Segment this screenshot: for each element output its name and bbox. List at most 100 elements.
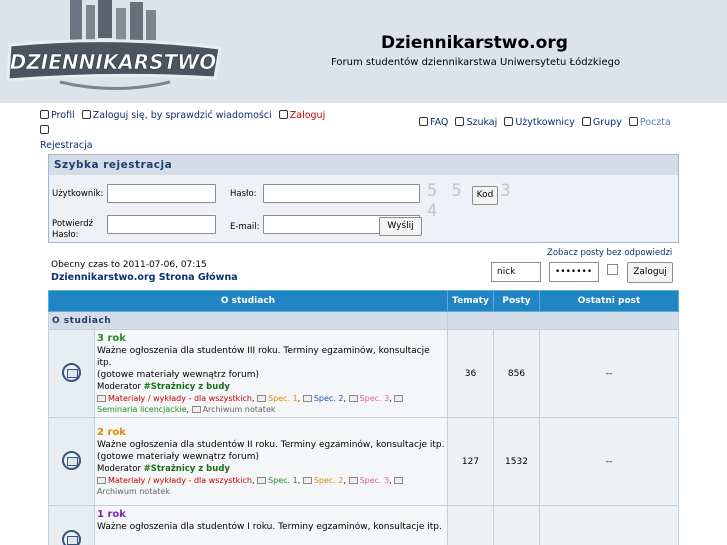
site-description: Forum studentów dziennikarstwa Uniwersyt… [331, 57, 621, 68]
page-header: DZIENNIKARSTWO Dziennikarstwo.org Forum … [0, 0, 727, 103]
nav-groups[interactable]: Grupy [593, 117, 622, 128]
subforum-icon [191, 406, 201, 413]
home-link[interactable]: Dziennikarstwo.org Strona Główna [51, 272, 238, 283]
subforum-link[interactable]: Spec. 3 [360, 476, 390, 485]
profile-icon [40, 110, 49, 119]
subforum-list: Materiały / wykłady - dla wszystkich, Sp… [97, 393, 445, 415]
moderator-group-link[interactable]: #Strażnicy z budy [144, 464, 230, 474]
forum-last-post [539, 505, 679, 545]
forum-topics-count: 36 [447, 329, 494, 418]
forum-folder-icon [62, 362, 81, 382]
unanswered-posts-link[interactable]: Zobacz posty bez odpowiedzi [547, 248, 672, 258]
username-label: Użytkownik: [52, 189, 104, 199]
subforum-link[interactable]: Materiały / wykłady - dla wszystkich [108, 476, 252, 485]
category-name[interactable]: O studiach [48, 311, 448, 330]
subforum-link[interactable]: Spec. 1 [268, 394, 298, 403]
subforum-icon [348, 395, 358, 402]
forum-status-cell [48, 505, 95, 545]
subforum-link[interactable]: Seminaria licencjackie [97, 405, 186, 414]
forum-name-link[interactable]: 3 rok [97, 333, 445, 345]
subforum-icon [394, 477, 404, 484]
subforum-link[interactable]: Archiwum notatek [203, 405, 276, 414]
nav-login-label[interactable]: Zaloguj [290, 110, 325, 121]
forum-posts-count [493, 505, 540, 545]
current-time: Obecny czas to 2011-07-06, 07:15 [51, 260, 207, 270]
forum-row: 3 rok Ważne ogłoszenia dla studentów III… [48, 329, 679, 418]
login-username-input[interactable]: nick [491, 262, 541, 282]
forum-table: O studiach Tematy Posty Ostatni post O s… [48, 290, 679, 545]
subforum-link[interactable]: Spec. 3 [360, 394, 390, 403]
category-row: O studiach [48, 311, 679, 330]
header-last-post: Ostatni post [539, 290, 679, 312]
forum-moderator: Moderator #Strażnicy z budy [97, 463, 445, 475]
site-logo[interactable]: DZIENNIKARSTWO [0, 0, 230, 103]
forum-name-link[interactable]: 2 rok [97, 427, 445, 439]
forum-description: Ważne ogłoszenia dla studentów I roku. T… [97, 522, 442, 532]
forum-last-post: -- [539, 329, 679, 418]
captcha-image: 5 5 . 3 4 [427, 181, 513, 221]
forum-posts-count: 856 [493, 329, 540, 418]
nav-users[interactable]: Użytkownicy [515, 117, 575, 128]
forum-description: Ważne ogłoszenia dla studentów III roku.… [97, 346, 430, 368]
nav-messages[interactable]: Zaloguj się, by sprawdzić wiadomości [81, 110, 276, 121]
confirm-label-1: Potwierdź [52, 219, 94, 229]
quick-register-title: Szybka rejestracja [49, 155, 678, 175]
login-icon [278, 110, 288, 119]
subforum-icon [97, 395, 106, 402]
moderator-label: Moderator [97, 382, 141, 392]
subforum-list: Materiały / wykłady - dla wszystkich, Sp… [97, 475, 445, 497]
logo-text: DZIENNIKARSTWO [10, 50, 217, 74]
forum-folder-icon [62, 450, 81, 470]
forum-topics-count [447, 505, 494, 545]
autologin-checkbox[interactable] [607, 264, 618, 275]
forum-last-post: -- [539, 417, 679, 506]
subforum-icon [257, 477, 267, 484]
header-topics: Tematy [447, 290, 494, 312]
forum-description-note: (gotowe materiały wewnątrz forum) [97, 452, 259, 462]
subforum-link[interactable]: Archiwum notatek [97, 487, 170, 496]
email-label: E-mail: [230, 222, 260, 232]
register-submit-button[interactable]: Wyślij [379, 217, 422, 236]
nav-login[interactable]: Zaloguj [278, 110, 329, 121]
forum-description: Ważne ogłoszenia dla studentów II roku. … [97, 440, 445, 450]
subforum-icon [257, 395, 267, 402]
password-label: Hasło: [230, 189, 257, 199]
subforum-icon [302, 477, 312, 484]
category-spacer [447, 311, 679, 330]
subforum-link[interactable]: Spec. 2 [314, 394, 344, 403]
faq-icon [419, 117, 428, 126]
nav-left: Profil Zaloguj się, by sprawdzić wiadomo… [40, 108, 340, 153]
groups-icon [581, 117, 591, 126]
subforum-link[interactable]: Spec. 2 [314, 476, 344, 485]
subforum-icon [348, 477, 358, 484]
nav-right: FAQ Szukaj Użytkownicy Grupy Poczta [419, 117, 675, 128]
site-title: Dziennikarstwo.org [381, 33, 568, 53]
nav-profile[interactable]: Profil [40, 110, 79, 121]
forum-row: 2 rok Ważne ogłoszenia dla studentów II … [48, 417, 679, 506]
login-button[interactable]: Zaloguj [627, 262, 673, 283]
captcha-code-button[interactable]: Kod [472, 186, 498, 205]
nav-faq[interactable]: FAQ [430, 117, 448, 128]
subforum-link[interactable]: Spec. 1 [268, 476, 298, 485]
forum-status-cell [48, 417, 95, 506]
register-password-input[interactable] [263, 184, 420, 203]
messages-icon [81, 110, 91, 119]
nav-profile-label[interactable]: Profil [51, 110, 75, 121]
subforum-icon [394, 395, 404, 402]
nav-mail[interactable]: Poczta [640, 117, 671, 128]
register-icon [40, 125, 49, 134]
nav-search[interactable]: Szukaj [466, 117, 497, 128]
forum-name-link[interactable]: 1 rok [97, 509, 445, 521]
moderator-label: Moderator [97, 464, 141, 474]
register-username-input[interactable] [107, 184, 216, 203]
nav-register[interactable]: Rejestracja [40, 125, 97, 151]
nav-messages-label[interactable]: Zaloguj się, by sprawdzić wiadomości [93, 110, 272, 121]
mail-icon [628, 117, 638, 126]
confirm-label-2: Hasło: [52, 230, 79, 240]
login-password-input[interactable]: ••••••• [549, 262, 599, 282]
moderator-group-link[interactable]: #Strażnicy z budy [144, 382, 230, 392]
subforum-link[interactable]: Materiały / wykłady - dla wszystkich [108, 394, 252, 403]
forum-table-header: O studiach Tematy Posty Ostatni post [48, 290, 679, 312]
register-confirm-password-input[interactable] [107, 215, 216, 234]
nav-register-label[interactable]: Rejestracja [40, 140, 93, 151]
